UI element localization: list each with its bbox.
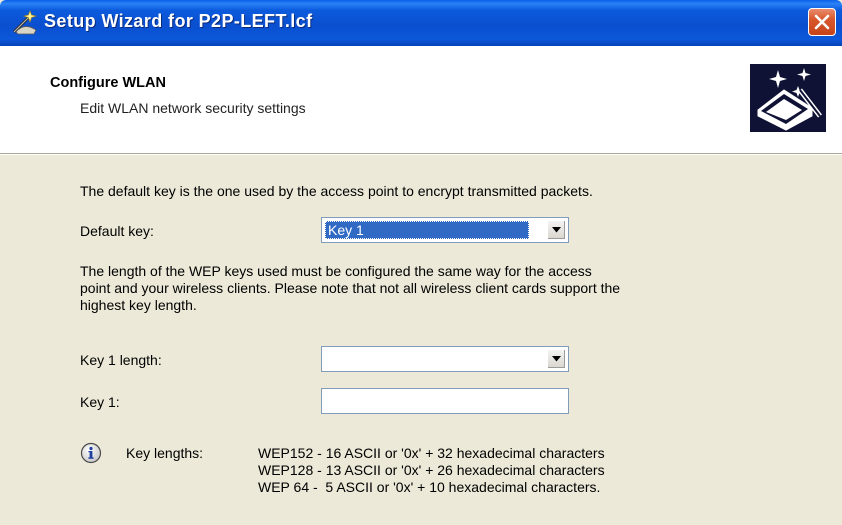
wizard-content: The default key is the one used by the a…	[0, 155, 842, 525]
key-length-wep64: WEP 64 - 5 ASCII or '0x' + 10 hexadecima…	[258, 479, 601, 495]
window-title: Setup Wizard for P2P-LEFT.lcf	[44, 11, 313, 31]
key-length-wep128: WEP128 - 13 ASCII or '0x' + 26 hexadecim…	[258, 462, 605, 478]
wep-length-note-line-1: The length of the WEP keys used must be …	[80, 263, 592, 279]
default-key-select[interactable]: Key 1	[321, 217, 569, 243]
wizard-header-icon	[750, 64, 826, 132]
close-icon	[814, 14, 830, 30]
close-button[interactable]	[808, 8, 836, 36]
dropdown-arrow-icon	[552, 356, 561, 362]
page-subtitle: Edit WLAN network security settings	[80, 100, 306, 116]
info-icon	[80, 442, 102, 464]
wizard-header: Configure WLAN Edit WLAN network securit…	[0, 46, 842, 154]
default-key-label: Default key:	[80, 223, 154, 239]
key1-length-label: Key 1 length:	[80, 352, 162, 368]
key-length-wep152: WEP152 - 16 ASCII or '0x' + 32 hexadecim…	[258, 445, 605, 461]
wizard-icon	[10, 8, 40, 36]
default-key-value: Key 1	[325, 221, 529, 239]
wep-length-note-line-3: highest key length.	[80, 297, 197, 313]
page-title: Configure WLAN	[50, 75, 166, 91]
key1-length-select[interactable]	[321, 346, 569, 372]
key-lengths-label: Key lengths:	[126, 445, 204, 461]
dropdown-arrow-icon	[552, 227, 561, 233]
wep-length-note-line-2: point and your wireless clients. Please …	[80, 280, 621, 296]
default-key-dropdown-button[interactable]	[547, 220, 566, 240]
default-key-intro: The default key is the one used by the a…	[80, 183, 593, 199]
key1-length-value	[325, 350, 331, 368]
setup-wizard-window: Setup Wizard for P2P-LEFT.lcf Configure …	[0, 0, 842, 525]
key1-length-dropdown-button[interactable]	[547, 349, 566, 369]
key1-input[interactable]	[321, 388, 569, 414]
title-bar[interactable]: Setup Wizard for P2P-LEFT.lcf	[0, 0, 842, 46]
key1-label: Key 1:	[80, 394, 120, 410]
